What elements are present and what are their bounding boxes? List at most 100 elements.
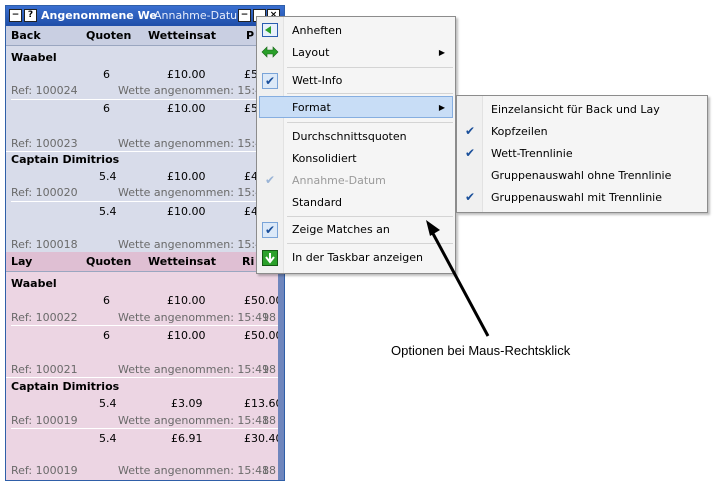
checkmark-icon: ✔	[264, 173, 276, 187]
bet-status: Wette angenommen: 15:49	[118, 311, 270, 324]
stake-cell: £10.00	[167, 205, 206, 218]
menu-item-wett-info[interactable]: Wett-Info	[292, 74, 342, 87]
bet-divider	[11, 201, 281, 202]
title-bar[interactable]: − ? Angenommene We Annahme-Datum − ×	[6, 6, 284, 26]
bet-ref: Ref: 100018	[11, 238, 78, 251]
lay-col-risk: Ri	[242, 255, 255, 268]
lay-col-side: Lay	[11, 255, 33, 268]
stake-cell: £10.00	[167, 294, 206, 307]
help-icon[interactable]: ?	[24, 9, 37, 22]
back-col-odds: Quoten	[86, 29, 132, 42]
bet-status: Wette angenommen: 15:49	[118, 84, 270, 97]
checkmark-icon: ✔	[464, 146, 476, 160]
checkmark-icon: ✔	[262, 222, 278, 238]
menu-separator	[287, 93, 453, 94]
checkmark-icon: ✔	[262, 73, 278, 89]
menu-item-anheften[interactable]: Anheften	[292, 24, 342, 37]
bet-divider	[11, 99, 281, 100]
menu-item-standard[interactable]: Standard	[292, 196, 342, 209]
odds-cell: 5.4	[99, 397, 117, 410]
menu-item-konsolidiert[interactable]: Konsolidiert	[292, 152, 357, 165]
lay-col-odds: Quoten	[86, 255, 132, 268]
bet-status: Wette angenommen: 15:48	[118, 186, 270, 199]
submenu-arrow-icon: ▶	[438, 103, 445, 112]
odds-cell: 5.4	[99, 205, 117, 218]
annotation-caption: Optionen bei Maus-Rechtsklick	[391, 343, 571, 358]
stake-cell: £3.09	[171, 397, 203, 410]
bet-ref: Ref: 100024	[11, 84, 78, 97]
menu-item-taskbar[interactable]: In der Taskbar anzeigen	[292, 251, 423, 264]
odds-cell: 5.4	[99, 432, 117, 445]
layout-arrows-icon	[261, 46, 279, 58]
menu-separator	[287, 216, 453, 217]
submenu-item-wett-trennlinie[interactable]: Wett-Trennlinie	[491, 147, 573, 160]
submenu-item-kopfzeilen[interactable]: Kopfzeilen	[491, 125, 548, 138]
bet-ref: Ref: 100020	[11, 186, 78, 199]
bet-ref: Ref: 100023	[11, 137, 78, 150]
bet-ref: Ref: 100019	[11, 464, 78, 477]
stake-cell: £10.00	[167, 329, 206, 342]
menu-highlight	[259, 96, 453, 118]
pin-icon	[262, 23, 278, 37]
bet-extra: 18	[262, 363, 276, 376]
stake-cell: £10.00	[167, 170, 206, 183]
submenu-item-einzelansicht[interactable]: Einzelansicht für Back und Lay	[491, 103, 660, 116]
lay-col-stake: Wetteinsat	[148, 255, 217, 268]
bet-status: Wette angenommen: 15:48	[118, 464, 270, 477]
window-title: Angenommene We	[41, 9, 157, 22]
bet-ref: Ref: 100019	[11, 414, 78, 427]
liability-cell: £30.40	[244, 432, 283, 445]
back-col-side: Back	[11, 29, 41, 42]
accepted-bets-window: − ? Angenommene We Annahme-Datum − × Bac…	[5, 5, 285, 481]
menu-item-layout[interactable]: Layout	[292, 46, 329, 59]
submenu-item-ohne-trennlinie[interactable]: Gruppenauswahl ohne Trennlinie	[491, 169, 671, 182]
bet-divider	[11, 325, 281, 326]
group-divider	[6, 151, 284, 152]
bet-ref: Ref: 100022	[11, 311, 78, 324]
minimize-panel-icon[interactable]: −	[9, 9, 22, 22]
group-divider	[6, 377, 284, 378]
group-name[interactable]: Waabel	[11, 277, 284, 290]
menu-separator	[287, 122, 453, 123]
annotation-arrow	[426, 220, 490, 337]
stake-cell: £10.00	[167, 102, 206, 115]
group-name[interactable]: Captain Dimitrios	[11, 380, 284, 393]
bet-extra: 18	[262, 464, 276, 477]
bet-status: Wette angenommen: 15:48	[118, 414, 270, 427]
group-name[interactable]: Captain Dimitrios	[11, 153, 284, 166]
bet-status: Wette angenommen: 15:49	[118, 363, 270, 376]
liability-cell: £13.60	[244, 397, 283, 410]
menu-item-format[interactable]: Format	[292, 101, 331, 114]
stake-cell: £10.00	[167, 68, 206, 81]
back-header: Back Quoten Wetteinsat P	[6, 26, 284, 46]
menu-item-durchschnittsquoten[interactable]: Durchschnittsquoten	[292, 130, 407, 143]
format-submenu: Einzelansicht für Back und Lay ✔ Kopfzei…	[456, 95, 708, 213]
group-name[interactable]: Waabel	[11, 51, 284, 64]
lay-header: Lay Quoten Wetteinsat Ri	[6, 252, 284, 272]
bet-status: Wette angenommen: 15:48	[118, 238, 270, 251]
taskbar-icon	[262, 250, 278, 266]
menu-item-zeige-matches[interactable]: Zeige Matches an	[292, 223, 390, 236]
checkmark-icon: ✔	[464, 190, 476, 204]
stake-cell: £6.91	[171, 432, 203, 445]
submenu-arrow-icon: ▶	[438, 48, 445, 57]
back-col-profit: P	[246, 29, 255, 42]
odds-cell: 6	[103, 329, 110, 342]
bet-divider	[11, 428, 281, 429]
liability-cell: £50.00	[244, 329, 283, 342]
checkmark-icon: ✔	[464, 124, 476, 138]
submenu-item-mit-trennlinie[interactable]: Gruppenauswahl mit Trennlinie	[491, 191, 662, 204]
bet-extra: 18	[262, 311, 276, 324]
minimize-icon[interactable]: −	[238, 9, 251, 22]
liability-cell: £50.00	[244, 294, 283, 307]
sort-label: Annahme-Datum	[154, 9, 248, 22]
menu-separator	[287, 67, 453, 68]
odds-cell: 5.4	[99, 170, 117, 183]
bet-ref: Ref: 100021	[11, 363, 78, 376]
menu-item-annahme-datum: Annahme-Datum	[292, 174, 386, 187]
odds-cell: 6	[103, 68, 110, 81]
bet-extra: 18	[262, 414, 276, 427]
odds-cell: 6	[103, 294, 110, 307]
odds-cell: 6	[103, 102, 110, 115]
bet-status: Wette angenommen: 15:49	[118, 137, 270, 150]
